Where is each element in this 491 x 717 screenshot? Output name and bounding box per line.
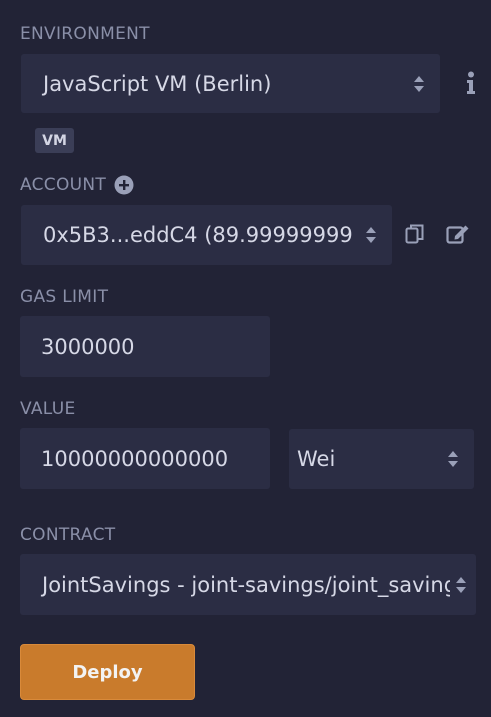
gas-limit-label: GAS LIMIT [20,287,109,307]
sort-arrows-icon [450,554,472,615]
value-input[interactable]: 10000000000000 [20,428,270,489]
contract-label: CONTRACT [20,525,116,545]
value-amount: 10000000000000 [41,446,229,471]
copy-icon[interactable] [403,222,427,246]
environment-selected: JavaScript VM (Berlin) [43,71,272,96]
account-select[interactable]: 0x5B3...eddC4 (89.99999999 [21,205,392,265]
sort-arrows-icon [404,54,434,113]
gas-limit-input[interactable]: 3000000 [20,316,270,377]
account-selected: 0x5B3...eddC4 (89.99999999 [43,223,353,247]
info-icon[interactable] [460,68,482,98]
contract-select[interactable]: JointSavings - joint-savings/joint_savin… [20,554,476,615]
environment-select[interactable]: JavaScript VM (Berlin) [21,54,440,113]
value-unit-select[interactable]: Wei [289,429,474,489]
sort-arrows-icon [356,205,386,265]
account-label: ACCOUNT [20,175,134,195]
sort-arrows-icon [438,429,468,489]
plus-circle-icon[interactable] [114,175,134,195]
vm-badge: VM [35,128,74,153]
deploy-button[interactable]: Deploy [20,644,195,700]
account-label-text: ACCOUNT [20,175,107,195]
gas-limit-value: 3000000 [41,334,135,359]
environment-label: ENVIRONMENT [20,24,150,44]
value-unit: Wei [297,447,336,471]
run-deploy-panel: ENVIRONMENT JavaScript VM (Berlin) VM AC… [0,0,491,717]
value-label: VALUE [20,399,76,419]
contract-selected: JointSavings - joint-savings/joint_savin… [42,572,450,597]
edit-icon[interactable] [445,222,471,246]
